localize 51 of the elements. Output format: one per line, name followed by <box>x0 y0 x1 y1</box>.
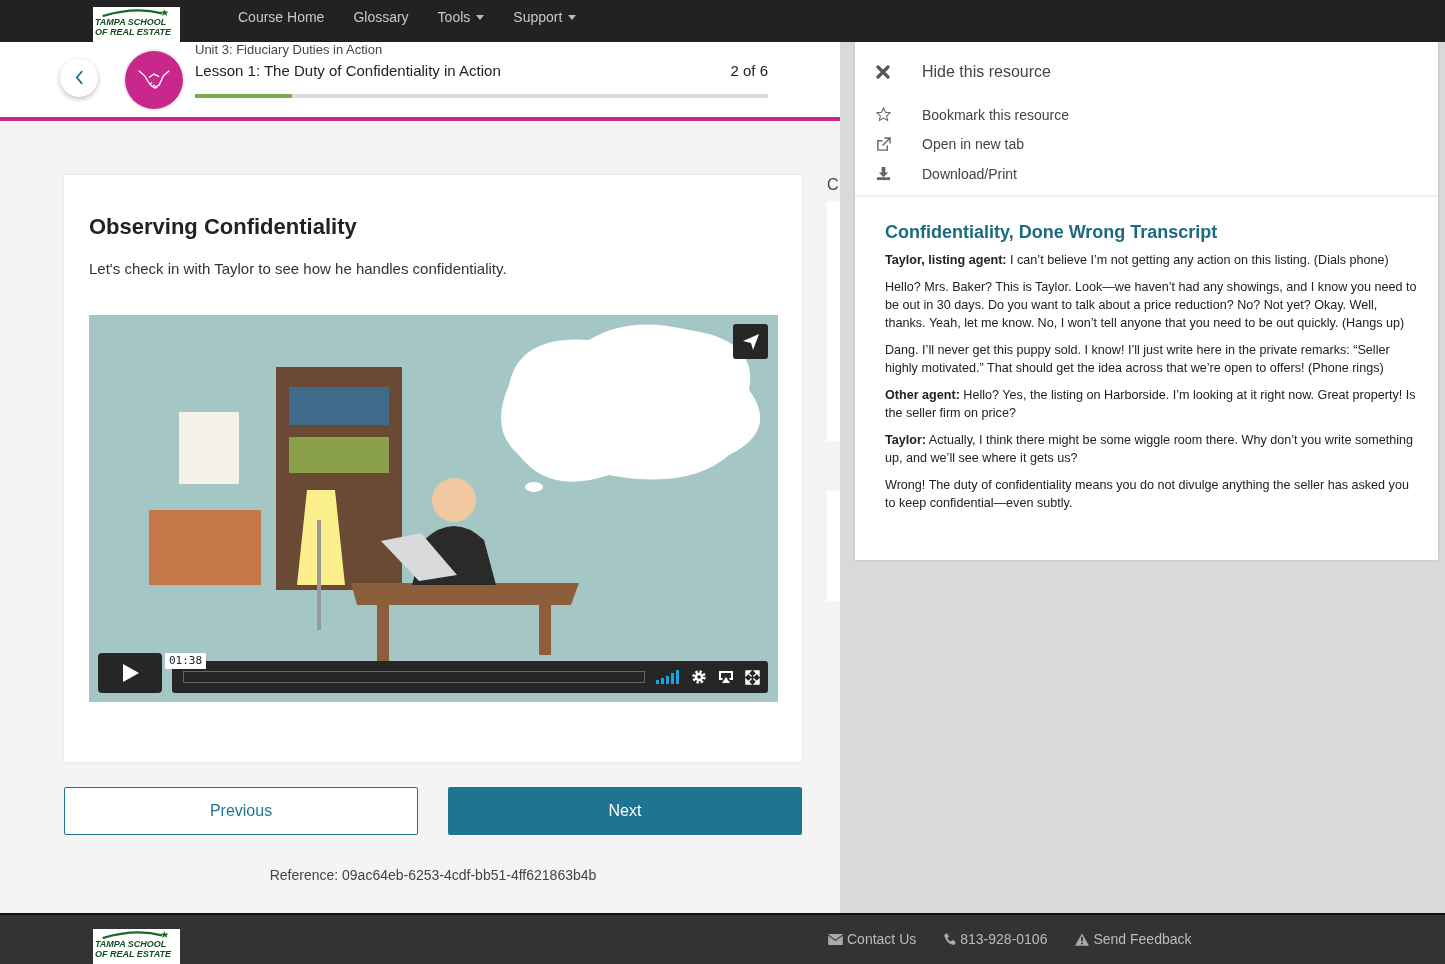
time-tooltip: 01:38 <box>165 653 207 669</box>
transcript-paragraph: Taylor, listing agent: I can’t believe I’m not getting any action on this listing. (Dials phone) <box>885 251 1390 269</box>
action-link[interactable]: Bookmark this resource <box>876 100 1438 130</box>
action-link[interactable]: Download/Print <box>876 159 1438 189</box>
transcript-paragraph: Dang. I’ll never get this puppy sold. I know! I’ll just write here in the private remarks: “Seller highly motivated.” That should get the idea across that we’re open to offers! (Phone rings) <box>885 341 1391 377</box>
fullscreen-icon[interactable] <box>745 669 760 685</box>
envelope-icon <box>828 933 843 945</box>
star-icon <box>876 107 891 123</box>
transcript-title: Confidentiality, Done Wrong Transcript <box>885 220 1219 243</box>
chevron-left-icon <box>74 70 84 85</box>
school-logo[interactable]: TAMPA SCHOOL OF REAL ESTATE <box>93 929 180 964</box>
volume-icon[interactable] <box>656 670 680 684</box>
hide-link[interactable]: Hide this resource <box>876 58 1438 86</box>
nav-link[interactable]: Tools <box>437 9 485 25</box>
nav-link[interactable]: Support <box>513 9 577 25</box>
footer-link[interactable]: Send Feedback <box>1075 931 1192 947</box>
close-icon <box>876 65 890 79</box>
transcript-paragraph: Hello? Mrs. Baker? This is Taylor. Look—we haven’t had any showings, and I know you need to be out in 30 days. Do you want to talk about a price reduction? No? Not yet? Okay. Well, thanks. Yeah, let me know. No, I won’t tell anyone that you need to be out quickly. (Hangs up) <box>885 278 1418 332</box>
logo-text: TAMPA SCHOOL <box>95 939 168 949</box>
transcript-paragraph: Wrong! The duty of confidentiality means you do not divulge anything the seller has asked you to keep confidential—even subtly. <box>885 476 1410 512</box>
unit-title: Unit 3: Fiduciary Duties in Action <box>195 42 384 58</box>
heading-text: C <box>827 175 840 195</box>
seek-bar[interactable] <box>183 671 645 683</box>
transcript-paragraph: Other agent: Hello? Yes, the listing on Harborside. I’m looking at it right now. Great property! Is the seller firm on price? <box>885 386 1417 422</box>
video-player[interactable]: 01:38 <box>89 315 778 702</box>
footer-link[interactable]: Contact Us <box>828 931 917 947</box>
logo-text: OF REAL ESTATE <box>95 27 172 37</box>
school-logo[interactable]: TAMPA SCHOOL OF REAL ESTATE <box>93 7 180 42</box>
warning-icon <box>1075 932 1090 946</box>
section-title: Observing Confidentiality <box>89 213 358 241</box>
airplay-icon[interactable] <box>718 669 734 685</box>
play-button[interactable] <box>98 653 162 693</box>
action-link[interactable]: Open in new tab <box>876 129 1438 159</box>
nav-link[interactable]: Glossary <box>353 9 409 25</box>
download-icon <box>876 166 891 182</box>
phone-icon <box>944 933 957 945</box>
page-counter: 2 of 6 <box>730 61 768 81</box>
logo-text: OF REAL ESTATE <box>95 949 172 959</box>
play-icon <box>120 663 140 683</box>
transcript-paragraph: Taylor: Actually, I think there might be some wiggle room there. Why don’t you write something up, and we’ll see where it gets us? <box>885 431 1414 467</box>
share-button[interactable] <box>733 324 768 359</box>
footer-link[interactable]: 813-928-0106 <box>944 931 1048 947</box>
settings-icon[interactable] <box>691 669 707 685</box>
external-link-icon <box>876 136 891 152</box>
next-button[interactable]: Next <box>448 787 802 835</box>
lesson-title: Lesson 1: The Duty of Confidentiality in Action <box>195 61 501 81</box>
intro-text: Let's check in with Taylor to see how he handles confidentiality. <box>89 259 508 279</box>
reference-text: Reference: 09ac64eb-6253-4cdf-bb51-4ff621863b4b <box>268 867 598 883</box>
logo-text: TAMPA SCHOOL <box>95 17 168 27</box>
previous-button[interactable]: Previous <box>64 787 418 835</box>
nav-link[interactable]: Course Home <box>238 9 325 25</box>
